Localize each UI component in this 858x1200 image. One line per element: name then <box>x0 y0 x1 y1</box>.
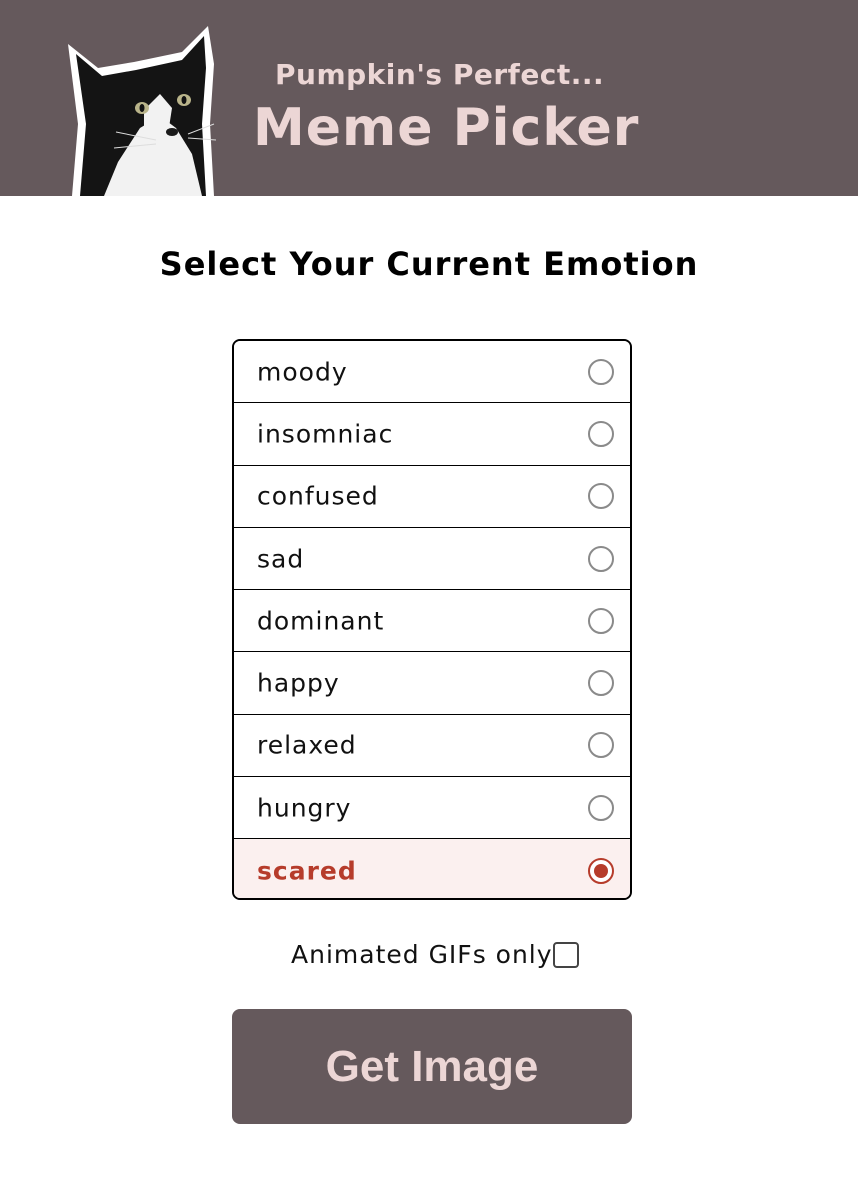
emotion-option-hungry[interactable]: hungry <box>234 777 630 840</box>
radio-button-icon[interactable] <box>588 607 614 634</box>
radio-button-icon[interactable] <box>588 857 614 884</box>
emotion-option-label: moody <box>257 357 348 387</box>
radio-button-icon[interactable] <box>588 420 614 447</box>
gif-only-label: Animated GIFs only <box>291 940 553 969</box>
emotion-option-confused[interactable]: confused <box>234 465 630 528</box>
gif-only-checkbox[interactable] <box>553 942 579 968</box>
page-heading: Select Your Current Emotion <box>159 245 699 283</box>
emotion-option-label: relaxed <box>257 730 357 760</box>
cat-photo-icon <box>68 26 217 196</box>
emotion-option-label: happy <box>257 668 340 698</box>
app-title: Meme Picker <box>253 98 640 158</box>
gif-only-row[interactable]: Animated GIFs only <box>0 936 858 976</box>
radio-button-icon[interactable] <box>588 483 614 510</box>
get-image-button[interactable]: Get Image <box>232 1009 632 1124</box>
radio-button-icon[interactable] <box>588 794 614 821</box>
emotion-option-scared[interactable]: scared <box>234 839 630 898</box>
emotion-option-label: insomniac <box>257 419 394 449</box>
emotion-option-label: sad <box>257 544 305 574</box>
emotion-option-sad[interactable]: sad <box>234 527 630 591</box>
emotion-radio-group: moody insomniac confused sad dominant happy re… <box>232 339 632 900</box>
radio-button-icon[interactable] <box>588 358 614 385</box>
radio-button-icon[interactable] <box>588 670 614 697</box>
emotion-option-label: scared <box>257 856 357 886</box>
app-subtitle: Pumpkin's Perfect... <box>275 58 605 91</box>
emotion-option-dominant[interactable]: dominant <box>234 590 630 653</box>
emotion-option-label: confused <box>257 481 379 511</box>
emotion-option-happy[interactable]: happy <box>234 652 630 715</box>
emotion-option-label: hungry <box>257 793 352 823</box>
header: Pumpkin's Perfect... Meme Picker <box>0 0 858 196</box>
radio-button-icon[interactable] <box>588 732 614 759</box>
radio-button-icon[interactable] <box>588 545 614 572</box>
emotion-option-label: dominant <box>257 606 385 636</box>
emotion-option-moody[interactable]: moody <box>234 341 630 404</box>
emotion-option-insomniac[interactable]: insomniac <box>234 403 630 466</box>
emotion-option-relaxed[interactable]: relaxed <box>234 714 630 778</box>
